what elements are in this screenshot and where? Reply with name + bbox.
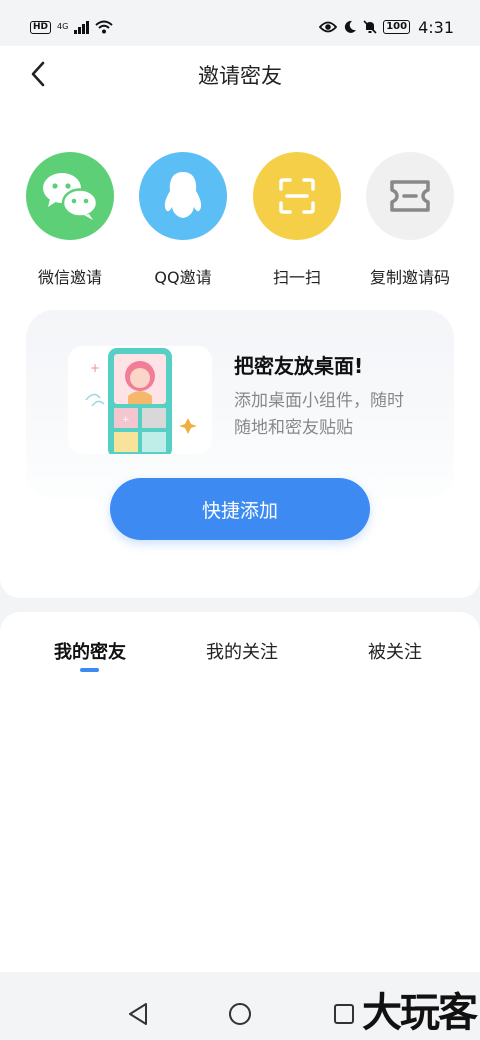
share-qq-label: QQ邀请 xyxy=(154,268,212,287)
widget-promo-title: 把密友放桌面! xyxy=(234,354,364,378)
moon-icon xyxy=(345,20,357,33)
share-options: 微信邀请 QQ邀请 扫一扫 复制邀请码 xyxy=(0,152,480,292)
signal-icon xyxy=(74,20,89,34)
nav-back-button[interactable] xyxy=(124,1000,152,1028)
widget-promo-description: 添加桌面小组件，随时随地和密友贴贴 xyxy=(234,391,404,438)
tab-followers[interactable]: 被关注 xyxy=(325,638,465,664)
watermark-logo: 大玩客 xyxy=(362,989,478,1036)
qq-icon xyxy=(164,172,202,218)
svg-text:+: + xyxy=(90,361,100,375)
network-type: 4G xyxy=(57,22,69,31)
clock: 4:31 xyxy=(418,17,454,37)
tab-my-friends[interactable]: 我的密友 xyxy=(20,638,160,664)
battery-icon: 100 xyxy=(383,20,411,34)
share-copy-code[interactable]: 复制邀请码 xyxy=(350,152,470,288)
share-scan-label: 扫一扫 xyxy=(272,268,321,287)
page-title: 邀请密友 xyxy=(198,64,282,88)
status-right: 100 4:31 xyxy=(319,18,454,37)
ticket-icon xyxy=(390,180,430,212)
system-nav-bar: 大玩客 xyxy=(0,972,480,1040)
active-tab-indicator xyxy=(80,668,99,672)
share-qq[interactable]: QQ邀请 xyxy=(123,152,243,288)
widget-illustration: + + xyxy=(68,346,212,454)
svg-text:+: + xyxy=(122,415,130,425)
widget-promo-card: + + 把密友放桌面! 添加桌面小组件，随时随地和密友贴贴 xyxy=(26,310,454,500)
share-scan[interactable]: 扫一扫 xyxy=(237,152,357,288)
nav-recents-button[interactable] xyxy=(330,1000,358,1028)
share-wechat[interactable]: 微信邀请 xyxy=(10,152,130,288)
share-copy-code-circle[interactable] xyxy=(366,152,454,240)
scan-icon xyxy=(279,178,315,214)
quick-add-button[interactable]: 快捷添加 xyxy=(110,478,370,540)
triangle-back-icon xyxy=(129,1003,147,1025)
eye-icon xyxy=(319,21,338,33)
circle-home-icon xyxy=(229,1003,251,1025)
square-recents-icon xyxy=(334,1004,354,1024)
share-scan-circle[interactable] xyxy=(253,152,341,240)
wechat-icon xyxy=(43,173,99,220)
wifi-icon xyxy=(95,20,113,34)
share-wechat-circle[interactable] xyxy=(26,152,114,240)
mute-bell-icon xyxy=(363,20,377,34)
tab-following[interactable]: 我的关注 xyxy=(172,638,312,664)
nav-home-button[interactable] xyxy=(226,1000,254,1028)
friends-tabs-card: 我的密友 我的关注 被关注 xyxy=(0,612,480,972)
hd-badge: HD xyxy=(30,20,52,34)
status-left: HD 4G xyxy=(30,20,113,34)
share-wechat-label: 微信邀请 xyxy=(37,268,102,287)
share-copy-code-label: 复制邀请码 xyxy=(369,268,450,287)
share-qq-circle[interactable] xyxy=(139,152,227,240)
